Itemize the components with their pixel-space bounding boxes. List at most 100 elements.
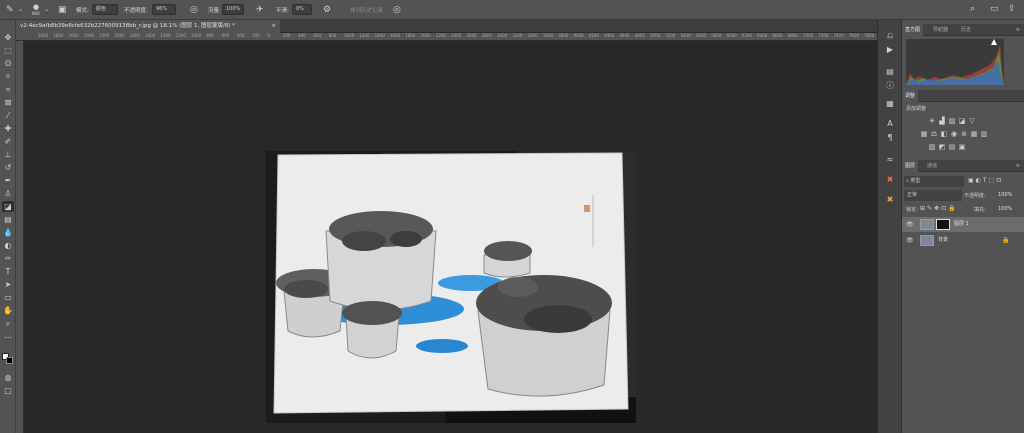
libraries-icon[interactable]: ▦ [884, 98, 896, 110]
curves-icon[interactable]: ▨ [948, 117, 956, 125]
pressure-opacity-icon[interactable]: ◎ [190, 5, 198, 15]
share-icon[interactable]: ⇪ [1008, 4, 1016, 14]
invert-icon[interactable]: ▥ [980, 130, 988, 138]
fill-input[interactable]: 100% [998, 206, 1012, 212]
tab-channels[interactable]: 通道 [924, 160, 940, 172]
magic-wand-tool-icon[interactable]: ✧ [2, 71, 14, 82]
history-brush-tool-icon[interactable]: ↺ [2, 162, 14, 173]
rectangle-tool-icon[interactable]: ▭ [2, 292, 14, 303]
opacity-label: 不透明度: [124, 8, 148, 14]
pressure-size-icon[interactable]: ◎ [393, 5, 401, 15]
clone-source-icon[interactable]: ✖ [884, 194, 896, 206]
quick-mask-icon[interactable]: ◍ [2, 372, 14, 383]
search-icon[interactable]: ⌕ [970, 4, 975, 14]
workspace-icon[interactable]: ▭ [990, 4, 999, 14]
marquee-tool-icon[interactable]: ⬚ [2, 45, 14, 56]
brush-settings-icon[interactable]: ≈ [884, 154, 896, 166]
smooth-label: 平滑: [276, 8, 289, 14]
info-icon[interactable]: ⓘ [884, 80, 896, 92]
ruler-tick-label: 4400 [604, 33, 615, 38]
lock-icons[interactable]: ⊞✎✥⊡🔒 [920, 205, 958, 212]
eye-icon[interactable]: 👁 [906, 233, 914, 248]
gradient-tool-icon[interactable]: ▤ [2, 214, 14, 225]
character-icon[interactable]: A [884, 118, 896, 130]
clone-stamp-tool-icon[interactable]: ⊥ [2, 149, 14, 160]
eye-icon[interactable]: 👁 [906, 217, 914, 232]
layer-opacity-input[interactable]: 100% [998, 192, 1012, 198]
exposure-icon[interactable]: ◪ [958, 117, 966, 125]
path-selection-tool-icon[interactable]: ➤ [2, 279, 14, 290]
tab-layers[interactable]: 图层 [902, 160, 919, 172]
layer-row[interactable]: 👁 图层 1 [902, 217, 1024, 232]
blend-mode-select[interactable]: 正常 [904, 190, 962, 201]
opacity-input[interactable]: 96% [152, 4, 176, 15]
ruler-tick-label: 2800 [481, 33, 492, 38]
zoom-tool-icon[interactable]: ⌕ [2, 318, 14, 329]
color-balance-icon[interactable]: ⚖ [930, 130, 938, 138]
tab-history[interactable]: 历史 [958, 24, 974, 36]
smooth-input[interactable]: 0% [292, 4, 312, 15]
healing-brush-tool-icon[interactable]: ✚ [2, 123, 14, 134]
color-lookup-icon[interactable]: ▦ [970, 130, 978, 138]
panel-menu-icon[interactable]: ≡ [1013, 160, 1023, 172]
history-icon[interactable]: ⎌ [884, 30, 896, 42]
hue-saturation-icon[interactable]: ▦ [920, 130, 928, 138]
eraser-tool-icon[interactable]: ◪ [2, 201, 14, 212]
chevron-down-icon[interactable]: ⌄ [44, 5, 49, 15]
tab-histogram[interactable]: 直方图 [902, 24, 924, 36]
ruler-tick-label: 3000 [38, 33, 49, 38]
stamp-tool-icon[interactable]: ♙ [2, 188, 14, 199]
tool-preset-icon[interactable]: ✖ [884, 174, 896, 186]
chevron-down-icon[interactable]: ⌄ [18, 5, 23, 15]
tab-adjustments[interactable]: 调整 [902, 90, 919, 102]
photo-filter-icon[interactable]: ◉ [950, 130, 958, 138]
background-color-swatch[interactable] [6, 357, 13, 364]
move-tool-icon[interactable]: ✥ [2, 32, 14, 43]
crop-tool-icon[interactable]: ⌗ [2, 84, 14, 95]
layers-panel-tabs: 图层 通道 ≡ [902, 160, 1024, 172]
layer-filter-select[interactable]: ⌕ 类型 [904, 176, 964, 187]
layer-name[interactable]: 背景 [938, 233, 948, 248]
more-tools-icon[interactable]: ⋯ [2, 332, 14, 343]
layer-filter-icons[interactable]: ▣◐T⬚⊡ [968, 177, 1003, 184]
dodge-tool-icon[interactable]: ◐ [2, 240, 14, 251]
levels-icon[interactable]: ▟ [938, 117, 946, 125]
eyedropper-tool-icon[interactable]: ⁄ [2, 110, 14, 121]
frame-tool-icon[interactable]: ⊠ [2, 97, 14, 108]
tab-navigator[interactable]: 导航器 [930, 24, 951, 36]
lasso-tool-icon[interactable]: ʘ [2, 58, 14, 69]
close-icon[interactable]: × [271, 20, 276, 33]
selective-color-icon[interactable]: ▣ [958, 143, 966, 151]
vibrance-icon[interactable]: ▽ [968, 117, 976, 125]
brush-panel-icon[interactable]: ▣ [58, 5, 67, 15]
channel-mixer-icon[interactable]: ⊛ [960, 130, 968, 138]
hand-tool-icon[interactable]: ✋ [2, 305, 14, 316]
screen-mode-icon[interactable]: ▢ [2, 385, 14, 396]
layer-mask-thumbnail[interactable] [936, 219, 950, 230]
posterize-icon[interactable]: ▧ [928, 143, 936, 151]
airbrush-icon[interactable]: ✈ [256, 5, 264, 15]
gear-icon[interactable]: ⚙ [323, 5, 331, 15]
eraser-tool-icon[interactable]: ✎ [6, 5, 14, 15]
actions-play-icon[interactable]: ▶ [884, 44, 896, 56]
mode-select[interactable]: 颜色 [92, 4, 118, 15]
brush-tool-icon[interactable]: ✐ [2, 136, 14, 147]
paragraph-icon[interactable]: ¶ [884, 132, 896, 144]
gradient-map-icon[interactable]: ▤ [948, 143, 956, 151]
erase-history-checkbox[interactable]: 抹到历史记录 [350, 6, 383, 14]
brightness-icon[interactable]: ☀ [928, 117, 936, 125]
layer-row[interactable]: 👁 背景 🔒 [902, 233, 1024, 248]
black-white-icon[interactable]: ◧ [940, 130, 948, 138]
fill-label: 填充: [974, 207, 986, 213]
threshold-icon[interactable]: ◩ [938, 143, 946, 151]
type-tool-icon[interactable]: T [2, 266, 14, 277]
layer-name[interactable]: 图层 1 [954, 217, 969, 232]
pen-ink-icon[interactable]: ✒ [2, 175, 14, 186]
pen-tool-icon[interactable]: ✑ [2, 253, 14, 264]
document-tab[interactable]: v2-4ec9afb8b39e8cfe632b2276009138bb_r.jp… [16, 20, 280, 33]
color-icon[interactable]: ▤ [884, 66, 896, 78]
document-image[interactable] [266, 151, 636, 423]
flow-input[interactable]: 100% [222, 4, 244, 15]
panel-menu-icon[interactable]: ≡ [1013, 24, 1023, 36]
blur-tool-icon[interactable]: 💧 [2, 227, 14, 238]
